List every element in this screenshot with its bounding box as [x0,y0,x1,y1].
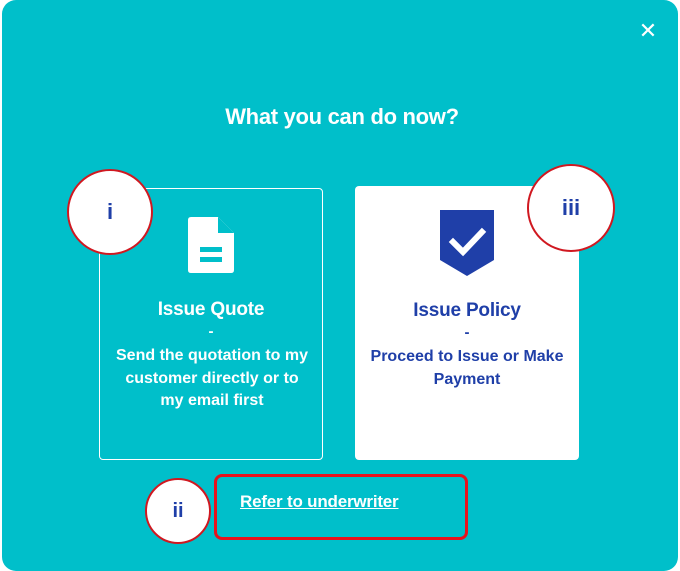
issue-policy-description: Proceed to Issue or Make Payment [370,348,564,388]
highlight-box [214,474,468,540]
document-icon [188,217,234,273]
annotation-marker-ii: ii [145,478,211,544]
issue-policy-heading: Issue Policy [413,300,521,321]
annotation-marker-i: i [67,169,153,255]
issue-policy-separator: - [464,324,470,341]
annotation-marker-iii: iii [527,164,615,252]
issue-quote-separator: - [208,323,214,340]
dialog-title: What you can do now? [225,104,459,129]
close-icon[interactable]: ✕ [636,20,660,44]
shield-check-icon [440,210,494,276]
issue-quote-heading: Issue Quote [157,299,265,320]
issue-quote-description: Send the quotation to my customer direct… [116,347,308,409]
